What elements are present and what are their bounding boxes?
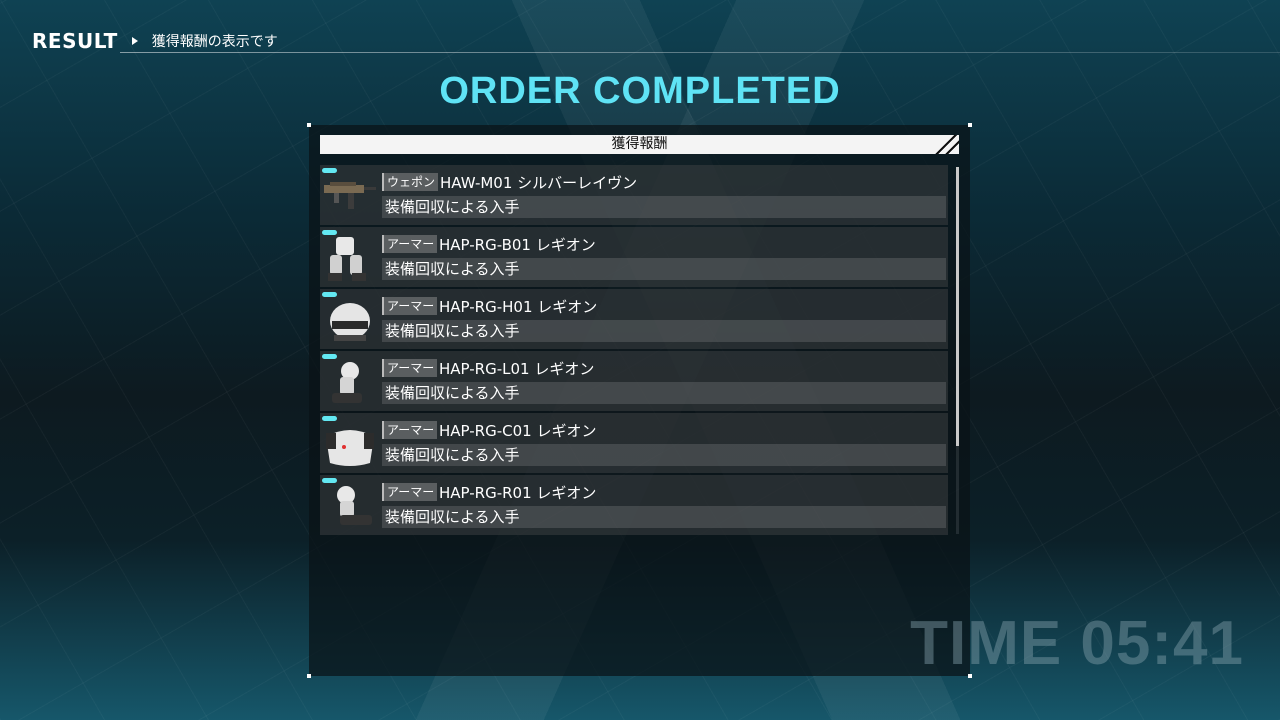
item-name: HAP-RG-H01 レギオン <box>439 298 598 316</box>
item-name: HAP-RG-L01 レギオン <box>439 360 595 378</box>
result-header: RESULT 獲得報酬の表示です <box>32 28 278 54</box>
result-description: 獲得報酬の表示です <box>151 34 278 50</box>
scrollbar-thumb[interactable] <box>956 167 959 446</box>
header-stripe-decoration <box>935 135 959 154</box>
chest-armor-icon <box>326 430 374 466</box>
acquisition-source: 装備回収による入手 <box>382 196 946 218</box>
right-arm-armor-icon <box>337 486 372 525</box>
category-tag: アーマー <box>382 359 438 377</box>
item-name: HAP-RG-R01 レギオン <box>439 484 597 502</box>
category-tag: ウェポン <box>382 173 439 191</box>
item-name: HAW-M01 シルバーレイヴン <box>440 174 638 192</box>
body-armor-icon <box>328 237 366 281</box>
panel-corner <box>307 123 311 127</box>
panel-corner <box>968 123 972 127</box>
reward-row[interactable]: ウェポン HAW-M01 シルバーレイヴン 装備回収による入手 <box>320 165 948 225</box>
reward-row[interactable]: アーマー HAP-RG-C01 レギオン 装備回収による入手 <box>320 413 948 473</box>
rewards-panel-header: 獲得報酬 <box>320 135 959 154</box>
reward-list: ウェポン HAW-M01 シルバーレイヴン 装備回収による入手 アーマー HAP… <box>320 165 948 537</box>
page-title: ORDER COMPLETED <box>439 70 841 112</box>
reward-row[interactable]: アーマー HAP-RG-L01 レギオン 装備回収による入手 <box>320 351 948 411</box>
reward-row[interactable]: アーマー HAP-RG-B01 レギオン 装備回収による入手 <box>320 227 948 287</box>
category-tag: アーマー <box>382 297 438 315</box>
left-arm-armor-icon <box>332 362 362 403</box>
category-tag: アーマー <box>382 421 438 439</box>
acquisition-source: 装備回収による入手 <box>382 444 946 466</box>
mission-timer: TIME 05:41 <box>910 609 1244 678</box>
acquisition-source: 装備回収による入手 <box>382 258 946 280</box>
rewards-panel: 獲得報酬 ウェポン HAW-M01 シルバーレイヴン 装備回収による入手 アーマ… <box>307 123 972 678</box>
header-divider <box>120 52 1280 53</box>
acquisition-source: 装備回収による入手 <box>382 382 946 404</box>
rifle-icon <box>324 182 376 209</box>
helmet-icon <box>330 303 370 341</box>
panel-corner <box>307 674 311 678</box>
item-name: HAP-RG-B01 レギオン <box>439 236 596 254</box>
rewards-panel-title: 獲得報酬 <box>611 136 668 152</box>
reward-row[interactable]: アーマー HAP-RG-R01 レギオン 装備回収による入手 <box>320 475 948 535</box>
category-tag: アーマー <box>382 483 438 501</box>
category-tag: アーマー <box>382 235 438 253</box>
acquisition-source: 装備回収による入手 <box>382 506 946 528</box>
arrow-right-icon <box>131 37 138 45</box>
result-label: RESULT <box>32 29 118 53</box>
item-name: HAP-RG-C01 レギオン <box>439 422 597 440</box>
acquisition-source: 装備回収による入手 <box>382 320 946 342</box>
reward-row[interactable]: アーマー HAP-RG-H01 レギオン 装備回収による入手 <box>320 289 948 349</box>
